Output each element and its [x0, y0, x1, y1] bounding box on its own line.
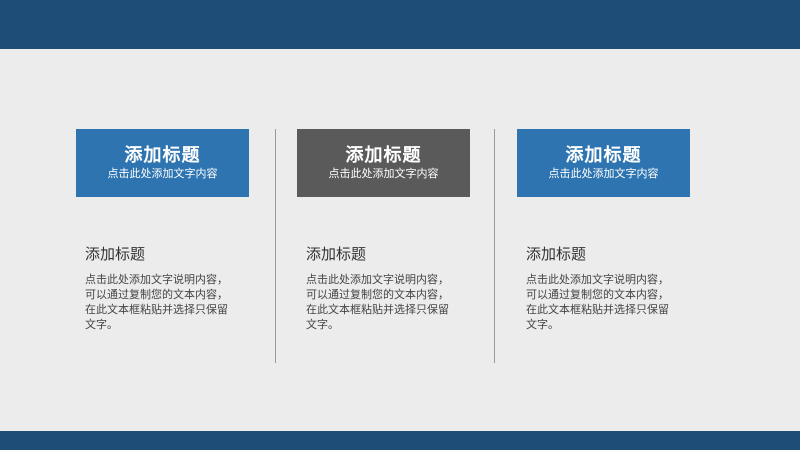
content-column-1: 添加标题 点击此处添加文字内容 添加标题 点击此处添加文字说明内容，可以通过复制…	[76, 129, 251, 332]
top-banner	[0, 0, 800, 49]
content-column-3: 添加标题 点击此处添加文字内容 添加标题 点击此处添加文字说明内容，可以通过复制…	[517, 129, 692, 332]
slide: 添加标题 点击此处添加文字内容 添加标题 点击此处添加文字说明内容，可以通过复制…	[0, 0, 800, 450]
content-column-2: 添加标题 点击此处添加文字内容 添加标题 点击此处添加文字说明内容，可以通过复制…	[297, 129, 472, 332]
section-subtitle[interactable]: 添加标题	[306, 244, 472, 264]
section-subtitle[interactable]: 添加标题	[85, 244, 251, 264]
bottom-banner	[0, 431, 800, 450]
section-body-text[interactable]: 点击此处添加文字说明内容，可以通过复制您的文本内容，在此文本框粘贴并选择只保留文…	[526, 272, 676, 332]
header-subtitle: 点击此处添加文字内容	[328, 167, 439, 180]
header-subtitle: 点击此处添加文字内容	[107, 167, 218, 180]
header-box-1[interactable]: 添加标题 点击此处添加文字内容	[76, 129, 249, 197]
section-subtitle[interactable]: 添加标题	[526, 244, 692, 264]
header-title: 添加标题	[345, 145, 422, 166]
header-box-2[interactable]: 添加标题 点击此处添加文字内容	[297, 129, 470, 197]
section-body-text[interactable]: 点击此处添加文字说明内容，可以通过复制您的文本内容，在此文本框粘贴并选择只保留文…	[85, 272, 235, 332]
column-divider	[494, 129, 495, 363]
header-subtitle: 点击此处添加文字内容	[548, 167, 659, 180]
header-box-3[interactable]: 添加标题 点击此处添加文字内容	[517, 129, 690, 197]
header-title: 添加标题	[565, 145, 642, 166]
header-title: 添加标题	[124, 145, 201, 166]
section-body-text[interactable]: 点击此处添加文字说明内容，可以通过复制您的文本内容，在此文本框粘贴并选择只保留文…	[306, 272, 456, 332]
column-divider	[275, 129, 276, 363]
